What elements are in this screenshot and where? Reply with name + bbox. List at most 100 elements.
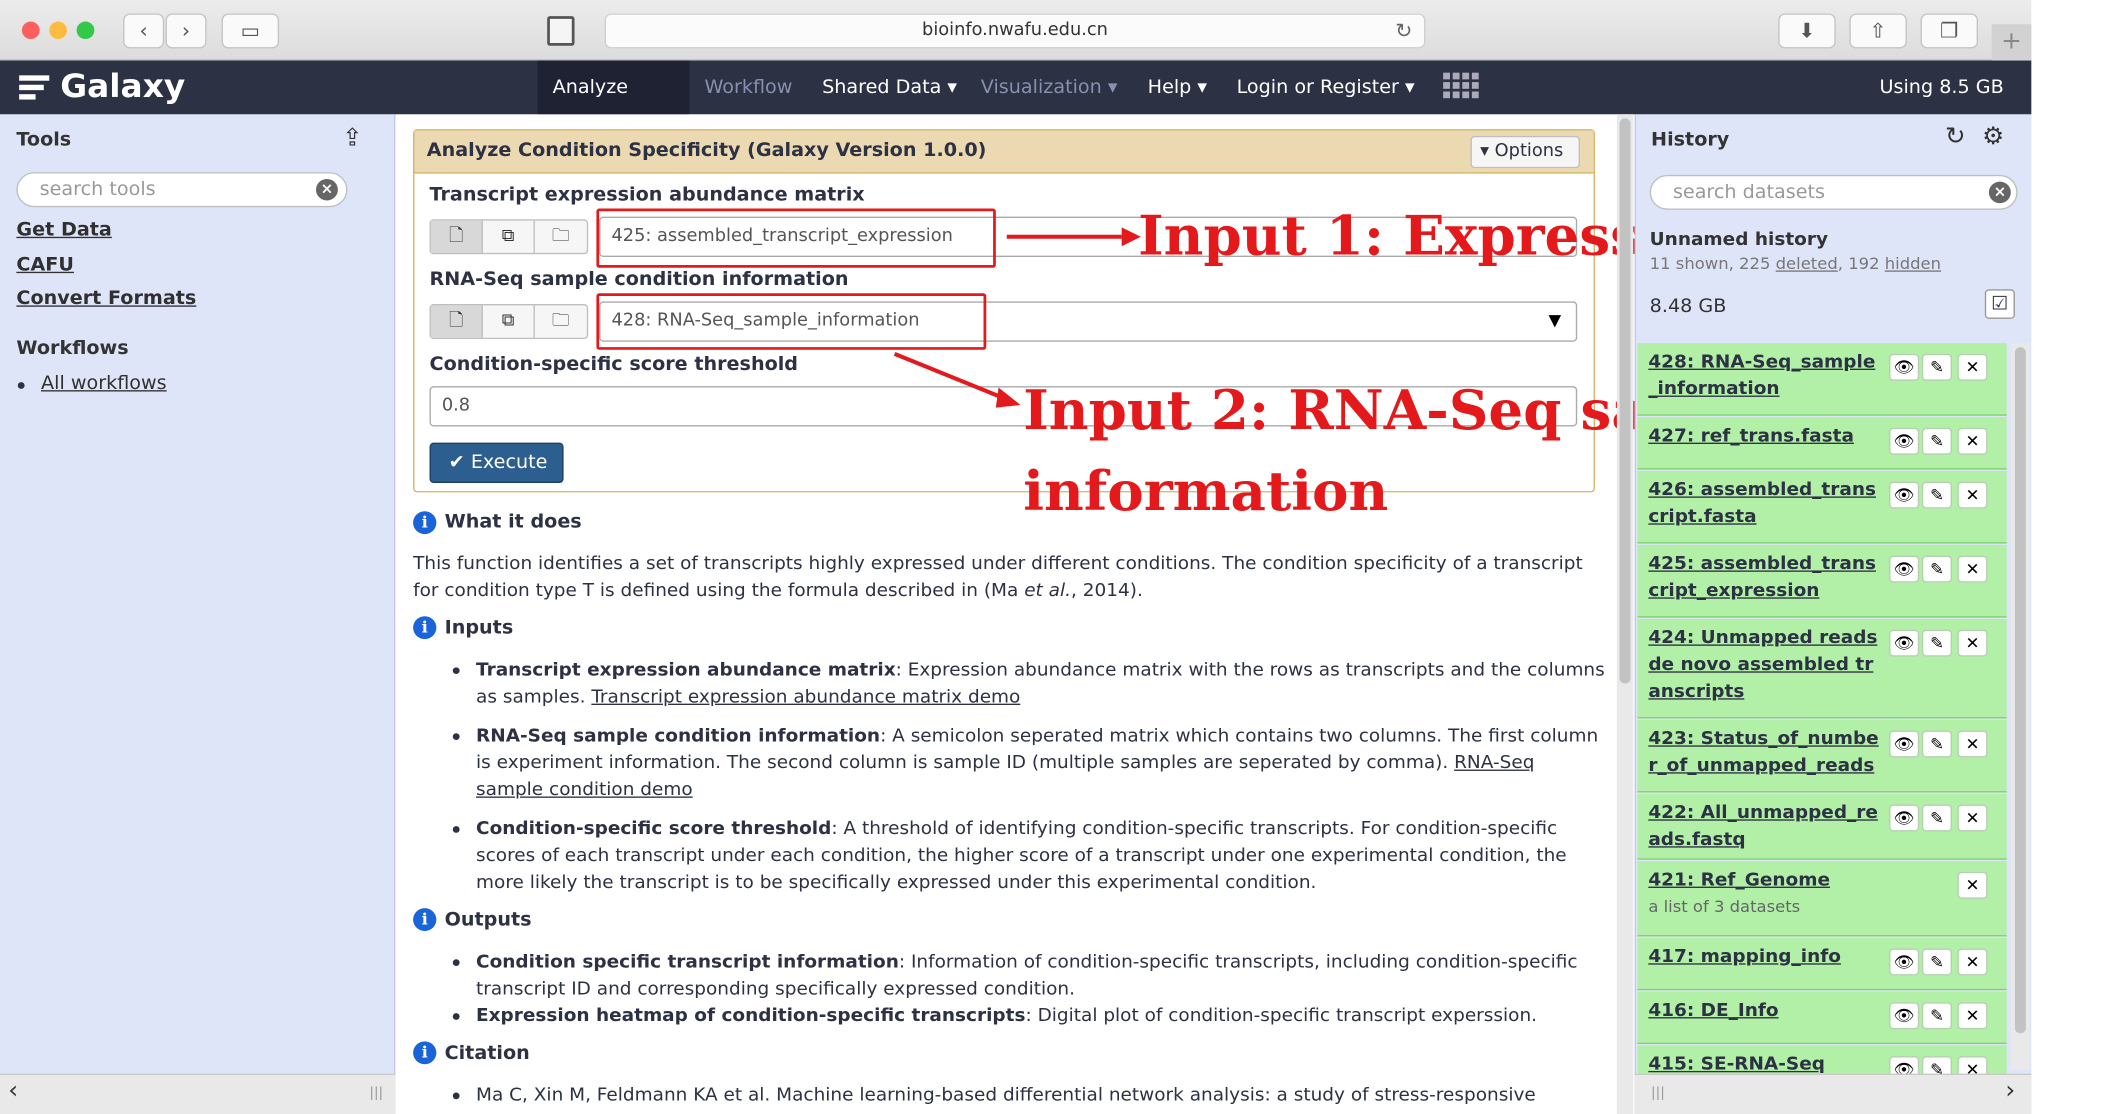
close-window-button[interactable] (21, 21, 40, 40)
tools-scrollbar[interactable] (0, 1073, 396, 1114)
eye-icon[interactable]: 👁 (1889, 730, 1920, 758)
resize-handle-icon[interactable]: ||| (1651, 1086, 1665, 1101)
all-workflows-link[interactable]: All workflows (41, 373, 167, 395)
tabs-icon[interactable]: ❐ (1920, 13, 1978, 49)
pencil-icon[interactable]: ✎ (1921, 427, 1952, 455)
delete-icon[interactable]: ✕ (1957, 804, 1988, 832)
tool-link-convert-formats[interactable]: Convert Formats (16, 288, 196, 310)
history-item-title[interactable]: 425: assembled_trans cript_expression (1648, 550, 1876, 604)
resize-handle-icon[interactable]: ||| (369, 1086, 383, 1101)
tool-link-get-data[interactable]: Get Data (16, 219, 111, 241)
deleted-link[interactable]: deleted (1776, 254, 1838, 273)
history-item[interactable]: 425: assembled_trans cript_expression 👁 ✎ ✕ (1637, 544, 2007, 618)
clear-search-icon[interactable]: × (315, 178, 338, 201)
eye-icon[interactable]: 👁 (1889, 481, 1920, 509)
eye-icon[interactable]: 👁 (1889, 948, 1920, 976)
share-icon[interactable]: ⇧ (1849, 13, 1907, 49)
options-button[interactable]: ▾ Options (1470, 135, 1580, 169)
execute-button[interactable]: ✔ Execute (429, 442, 564, 483)
clear-search-icon[interactable]: × (1988, 181, 2011, 204)
nav-visualization[interactable]: Visualization ▾ (966, 61, 1133, 115)
history-item-title[interactable]: 424: Unmapped reads de novo assembled tr a… (1648, 624, 1877, 705)
search-tools-input[interactable]: search tools (16, 172, 348, 208)
history-item-title[interactable]: 426: assembled_trans cript.fasta (1648, 476, 1876, 530)
delete-icon[interactable]: ✕ (1957, 555, 1988, 583)
collapse-left-icon[interactable]: ‹ (8, 1076, 18, 1104)
pencil-icon[interactable]: ✎ (1921, 1002, 1952, 1030)
sidebar-toggle-icon[interactable]: ▭ (221, 13, 280, 49)
pencil-icon[interactable]: ✎ (1921, 730, 1952, 758)
history-item-title[interactable]: 417: mapping_info (1648, 943, 1841, 970)
chevron-down-icon[interactable]: ▼ (1548, 311, 1561, 330)
pencil-icon[interactable]: ✎ (1921, 555, 1952, 583)
delete-icon[interactable]: ✕ (1957, 481, 1988, 509)
pencil-icon[interactable]: ✎ (1921, 948, 1952, 976)
eye-icon[interactable]: 👁 (1889, 804, 1920, 832)
eye-icon[interactable]: 👁 (1889, 629, 1920, 657)
single-dataset-icon[interactable]: 🗋 (430, 305, 483, 338)
single-dataset-icon[interactable]: 🗋 (430, 220, 483, 253)
brand-title[interactable]: Galaxy (60, 67, 185, 105)
address-bar[interactable]: bioinfo.nwafu.edu.cn (604, 13, 1426, 49)
nav-shared-data[interactable]: Shared Data ▾ (807, 61, 972, 115)
collection-icon[interactable]: 🗀 (535, 221, 587, 253)
download-icon[interactable]: ⬇ (1778, 13, 1836, 49)
history-item-title[interactable]: 416: DE_Info (1648, 997, 1778, 1024)
reload-icon[interactable]: ↻ (1395, 19, 1412, 43)
nav-analyze-data[interactable]: Analyze Data (537, 60, 690, 152)
multiple-datasets-icon[interactable]: ⧉ (483, 220, 535, 253)
minimize-window-button[interactable] (49, 21, 68, 40)
center-scrollbar[interactable] (1616, 114, 1634, 1114)
collapse-right-icon[interactable]: › (2005, 1076, 2015, 1104)
select-datasets-icon[interactable]: ☑ (1984, 289, 2015, 319)
history-item-title[interactable]: 428: RNA-Seq_sample _information (1648, 348, 1875, 402)
condition-demo-link[interactable]: RNA-Seq (1454, 752, 1534, 774)
forward-icon[interactable]: › (165, 13, 207, 49)
history-item[interactable]: 416: DE_Info 👁 ✎ ✕ (1637, 991, 2007, 1045)
pencil-icon[interactable]: ✎ (1921, 353, 1952, 381)
nav-workflow[interactable]: Workflow (689, 61, 807, 115)
history-item[interactable]: 421: Ref_Genome a list of 3 datasets ✕ (1637, 861, 2007, 937)
history-scrollbar[interactable] (2010, 343, 2030, 1070)
collection-icon[interactable]: 🗀 (535, 305, 587, 337)
history-item[interactable]: 426: assembled_trans cript.fasta 👁 ✎ ✕ (1637, 470, 2007, 544)
history-name[interactable]: Unnamed history (1650, 229, 1828, 251)
search-datasets-input[interactable]: search datasets (1649, 174, 2018, 210)
delete-icon[interactable]: ✕ (1957, 353, 1988, 381)
eye-icon[interactable]: 👁 (1889, 555, 1920, 583)
eye-icon[interactable]: 👁 (1889, 353, 1920, 381)
condition-demo-link-2[interactable]: sample condition demo (476, 779, 693, 801)
new-tab-icon[interactable]: + (1991, 24, 2032, 61)
gear-icon[interactable]: ⚙ (1982, 122, 2004, 150)
history-item[interactable]: 417: mapping_info 👁 ✎ ✕ (1637, 937, 2007, 991)
pencil-icon[interactable]: ✎ (1921, 629, 1952, 657)
history-item[interactable]: 422: All_unmapped_re ads.fastq 👁 ✎ ✕ (1637, 793, 2007, 860)
storage-usage[interactable]: Using 8.5 GB (1864, 61, 2018, 115)
matrix-demo-link[interactable]: Transcript expression abundance matrix d… (591, 686, 1020, 708)
upload-icon[interactable]: ⇪ (342, 124, 363, 152)
multiple-datasets-icon[interactable]: ⧉ (483, 305, 535, 338)
history-item[interactable]: 427: ref_trans.fasta 👁 ✎ ✕ (1637, 417, 2007, 470)
eye-icon[interactable]: 👁 (1889, 427, 1920, 455)
history-item[interactable]: 424: Unmapped reads de novo assembled tr a… (1637, 618, 2007, 719)
apps-grid-icon[interactable] (1443, 72, 1479, 103)
history-item[interactable]: 428: RNA-Seq_sample _information 👁 ✎ ✕ (1637, 343, 2007, 416)
zoom-window-button[interactable] (76, 21, 95, 40)
pencil-icon[interactable]: ✎ (1921, 804, 1952, 832)
pencil-icon[interactable]: ✎ (1921, 481, 1952, 509)
nav-login-register[interactable]: Login or Register ▾ (1222, 61, 1430, 115)
history-item[interactable]: 423: Status_of_numbe r_of_unmapped_reads 👁… (1637, 719, 2007, 793)
delete-icon[interactable]: ✕ (1957, 948, 1988, 976)
nav-help[interactable]: Help ▾ (1133, 61, 1222, 115)
delete-icon[interactable]: ✕ (1957, 427, 1988, 455)
delete-icon[interactable]: ✕ (1957, 1002, 1988, 1030)
refresh-icon[interactable]: ↻ (1945, 122, 1966, 150)
tool-link-cafu[interactable]: CAFU (16, 254, 74, 276)
hidden-link[interactable]: hidden (1885, 254, 1941, 273)
delete-icon[interactable]: ✕ (1957, 730, 1988, 758)
history-bottom-bar[interactable] (1634, 1073, 2032, 1114)
back-icon[interactable]: ‹ (123, 13, 165, 49)
history-item-title[interactable]: 423: Status_of_numbe r_of_unmapped_reads (1648, 725, 1878, 779)
history-item-title[interactable]: 427: ref_trans.fasta (1648, 422, 1854, 449)
delete-icon[interactable]: ✕ (1957, 629, 1988, 657)
